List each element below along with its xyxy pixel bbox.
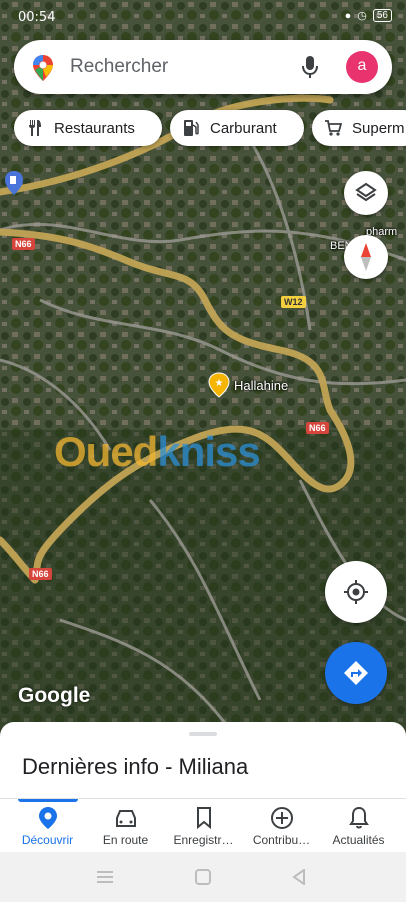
bookmark-icon bbox=[196, 807, 211, 830]
add-circle-icon bbox=[270, 807, 293, 829]
chip-restaurants[interactable]: Restaurants bbox=[14, 110, 162, 146]
compass-icon bbox=[361, 243, 371, 271]
system-navigation-bar bbox=[0, 852, 406, 902]
google-maps-pin-icon bbox=[33, 55, 53, 81]
sheet-title: Dernières info - Miliana bbox=[22, 754, 249, 779]
road-shield-n66: N66 bbox=[306, 422, 329, 434]
google-logo: Google bbox=[18, 684, 91, 707]
tab-contribute[interactable]: Contribu… bbox=[241, 799, 322, 853]
search-bar[interactable]: Rechercher a bbox=[14, 40, 392, 94]
search-input[interactable]: Rechercher bbox=[70, 56, 168, 78]
chip-label: Carburant bbox=[210, 119, 277, 137]
battery-indicator: 56 bbox=[372, 9, 392, 22]
tab-commute[interactable]: En route bbox=[85, 799, 166, 853]
my-location-button[interactable] bbox=[325, 561, 387, 623]
directions-button[interactable] bbox=[325, 642, 387, 704]
location-status-icon: ● bbox=[344, 9, 352, 22]
news-sheet[interactable]: Dernières info - Miliana bbox=[0, 722, 406, 802]
tab-explore[interactable]: Découvrir bbox=[7, 799, 88, 853]
tab-updates[interactable]: Actualités bbox=[318, 799, 399, 853]
tab-saved[interactable]: Enregistr… bbox=[163, 799, 244, 853]
tab-label: En route bbox=[102, 833, 149, 847]
compass-button[interactable] bbox=[344, 235, 388, 279]
car-icon bbox=[115, 810, 136, 827]
chip-label: Superm bbox=[352, 119, 405, 137]
alarm-status-icon: ◷ bbox=[357, 10, 367, 22]
avatar[interactable]: a bbox=[346, 51, 378, 83]
gas-station-marker-icon[interactable] bbox=[4, 170, 24, 196]
tab-label: Contribu… bbox=[252, 833, 311, 847]
place-star-icon[interactable]: ★ bbox=[208, 372, 230, 398]
tab-label: Enregistr… bbox=[173, 833, 234, 847]
bell-icon bbox=[348, 806, 369, 829]
microphone-icon[interactable] bbox=[302, 55, 318, 79]
svg-text:★: ★ bbox=[215, 378, 224, 389]
road-shield-n66: N66 bbox=[12, 238, 35, 250]
cart-icon bbox=[325, 120, 342, 136]
fork-knife-icon bbox=[29, 120, 41, 136]
chip-supermarket[interactable]: Superm bbox=[312, 110, 406, 146]
status-bar: 00:54 ● ◷ 56 bbox=[0, 0, 406, 38]
chip-label: Restaurants bbox=[54, 119, 135, 137]
status-time: 00:54 bbox=[18, 10, 56, 25]
gas-station-icon bbox=[184, 120, 199, 136]
place-label[interactable]: Hallahine bbox=[234, 378, 288, 393]
explore-pin-icon bbox=[38, 807, 57, 829]
sheet-drag-handle[interactable] bbox=[189, 732, 217, 736]
tab-label: Découvrir bbox=[21, 833, 74, 847]
back-icon[interactable] bbox=[292, 869, 306, 885]
status-icons: ● ◷ 56 bbox=[345, 9, 392, 22]
layers-button[interactable] bbox=[344, 171, 388, 215]
menu-icon[interactable] bbox=[96, 870, 114, 884]
layers-icon bbox=[355, 182, 377, 202]
directions-icon bbox=[344, 661, 368, 685]
bottom-navigation: Découvrir En route Enregistr… Contribu… … bbox=[0, 798, 406, 853]
tab-label: Actualités bbox=[332, 833, 385, 847]
road-shield-n66: N66 bbox=[29, 568, 52, 580]
chip-fuel[interactable]: Carburant bbox=[170, 110, 304, 146]
watermark-logo: Ouedkniss bbox=[54, 428, 261, 475]
location-target-icon bbox=[344, 580, 368, 604]
road-shield-w12: W12 bbox=[281, 296, 306, 308]
home-icon[interactable] bbox=[195, 869, 211, 885]
